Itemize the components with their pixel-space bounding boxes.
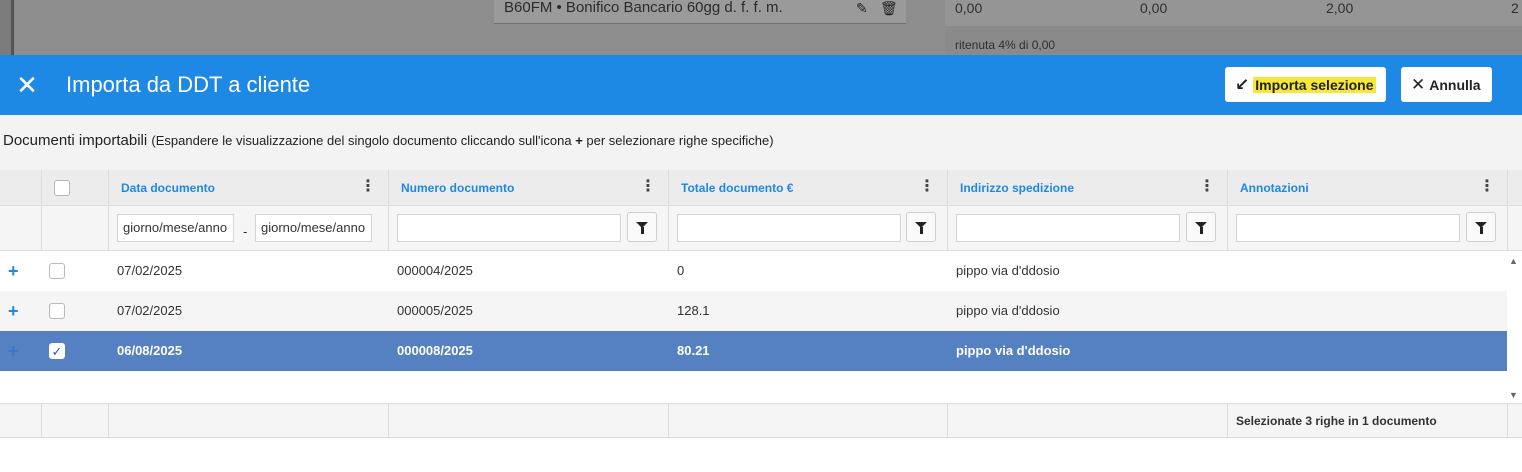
subtitle-bar: Documenti importabili (Espandere le visu… bbox=[0, 115, 1522, 170]
column-menu-icon[interactable]: ⋮ bbox=[640, 178, 656, 196]
background-app: B60FM • Bonifico Bancario 60gg d. f. f. … bbox=[0, 0, 1522, 55]
subtitle-note-post: per selezionare righe specifiche) bbox=[582, 133, 774, 148]
column-header-notes[interactable]: Annotazioni ⋮ bbox=[1228, 170, 1508, 205]
expand-plus-icon[interactable]: + bbox=[8, 342, 19, 360]
notes-filter-input[interactable] bbox=[1236, 214, 1460, 242]
cancel-button[interactable]: ✕ Annulla bbox=[1401, 67, 1492, 102]
total-filter-input[interactable] bbox=[677, 214, 901, 242]
dialog-header: ✕ Importa da DDT a cliente ↙ Importa sel… bbox=[0, 55, 1522, 115]
cell-number: 000008/2025 bbox=[397, 343, 473, 358]
table-row[interactable]: + 07/02/2025 000005/2025 128.1 pippo via… bbox=[0, 291, 1507, 331]
scroll-up-arrow-icon[interactable]: ▲ bbox=[1509, 256, 1518, 266]
ritenuta-text: ritenuta 4% di 0,00 bbox=[955, 38, 1056, 52]
dialog-title: Importa da DDT a cliente bbox=[66, 72, 311, 97]
grid-header-row: Data documento ⋮ Numero documento ⋮ Tota… bbox=[0, 170, 1522, 206]
row-checkbox[interactable] bbox=[49, 303, 65, 319]
filter-icon[interactable] bbox=[1186, 212, 1216, 242]
cell-total: 128.1 bbox=[677, 303, 710, 318]
row-checkbox[interactable] bbox=[49, 263, 65, 279]
cell-address: pippo via d'ddosio bbox=[956, 303, 1060, 318]
cell-date: 07/02/2025 bbox=[117, 303, 183, 318]
background-payment-field: B60FM • Bonifico Bancario 60gg d. f. f. … bbox=[494, 0, 906, 24]
column-menu-icon[interactable]: ⋮ bbox=[1479, 178, 1495, 196]
close-icon: ✕ bbox=[1411, 75, 1426, 94]
table-row-selected[interactable]: + ✓ 06/08/2025 000008/2025 80.21 pippo v… bbox=[0, 331, 1507, 371]
column-header-address[interactable]: Indirizzo spedizione ⋮ bbox=[948, 170, 1228, 205]
date-from-input[interactable]: giorno/mese/anno bbox=[117, 214, 234, 242]
cell-number: 000005/2025 bbox=[397, 303, 473, 318]
filter-icon[interactable] bbox=[627, 212, 657, 242]
background-sidebar bbox=[0, 0, 14, 55]
number-filter-input[interactable] bbox=[397, 214, 621, 242]
cell-date: 06/08/2025 bbox=[117, 343, 183, 358]
select-all-checkbox[interactable] bbox=[54, 180, 70, 196]
column-header-date[interactable]: Data documento ⋮ bbox=[109, 170, 389, 205]
cancel-label: Annulla bbox=[1429, 76, 1481, 93]
grid-filter-row: giorno/mese/anno - giorno/mese/anno bbox=[0, 206, 1522, 251]
cell-notes bbox=[1228, 331, 1508, 371]
cell-date: 07/02/2025 bbox=[117, 263, 183, 278]
row-checkbox-checked[interactable]: ✓ bbox=[49, 343, 65, 359]
selection-summary: Selezionate 3 righe in 1 documento bbox=[1236, 414, 1437, 428]
column-menu-icon[interactable]: ⋮ bbox=[360, 178, 376, 196]
pencil-icon: ✎ bbox=[856, 0, 868, 16]
summary-value: 2,00 bbox=[1326, 0, 1354, 16]
cell-address: pippo via d'ddosio bbox=[956, 343, 1071, 358]
cell-notes bbox=[1228, 291, 1508, 331]
subtitle-main: Documenti importabili bbox=[3, 132, 148, 149]
address-filter-input[interactable] bbox=[956, 214, 1180, 242]
trash-icon: 🗑 bbox=[880, 0, 898, 16]
background-summary: 0,00 0,00 2,00 2 ritenuta 4% di 0,00 bbox=[945, 0, 1522, 55]
import-selection-button[interactable]: ↙ Importa selezione bbox=[1225, 67, 1386, 102]
column-menu-icon[interactable]: ⋮ bbox=[1199, 178, 1215, 196]
date-to-input[interactable]: giorno/mese/anno bbox=[255, 214, 372, 242]
cell-total: 0 bbox=[677, 263, 685, 278]
scroll-down-arrow-icon[interactable]: ▼ bbox=[1509, 390, 1518, 400]
close-icon[interactable]: ✕ bbox=[14, 72, 40, 99]
subtitle: Documenti importabili (Espandere le visu… bbox=[3, 132, 774, 149]
cell-address: pippo via d'ddosio bbox=[956, 263, 1060, 278]
grid-footer-row: Selezionate 3 righe in 1 documento bbox=[0, 403, 1522, 438]
column-header-number[interactable]: Numero documento ⋮ bbox=[389, 170, 669, 205]
table-row[interactable]: + 07/02/2025 000004/2025 0 pippo via d'd… bbox=[0, 251, 1507, 291]
import-selection-label: Importa selezione bbox=[1253, 76, 1376, 93]
subtitle-note-pre: (Espandere le visualizzazione del singol… bbox=[151, 133, 576, 148]
expand-plus-icon[interactable]: + bbox=[8, 302, 19, 320]
summary-value: 0,00 bbox=[1140, 0, 1168, 16]
cell-number: 000004/2025 bbox=[397, 263, 473, 278]
cell-notes bbox=[1228, 251, 1508, 291]
subtitle-note-plus: + bbox=[575, 133, 583, 148]
filter-icon[interactable] bbox=[906, 212, 936, 242]
arrow-down-left-icon: ↙ bbox=[1235, 75, 1250, 94]
cell-total: 80.21 bbox=[677, 343, 710, 358]
column-menu-icon[interactable]: ⋮ bbox=[919, 178, 935, 196]
summary-value: 0,00 bbox=[955, 0, 983, 16]
filter-icon[interactable] bbox=[1466, 212, 1496, 242]
expand-plus-icon[interactable]: + bbox=[8, 262, 19, 280]
date-range-separator: - bbox=[243, 224, 248, 239]
column-header-total[interactable]: Totale documento € ⋮ bbox=[669, 170, 948, 205]
summary-value: 2 bbox=[1511, 0, 1519, 16]
payment-method-text: B60FM • Bonifico Bancario 60gg d. f. f. … bbox=[504, 0, 783, 16]
